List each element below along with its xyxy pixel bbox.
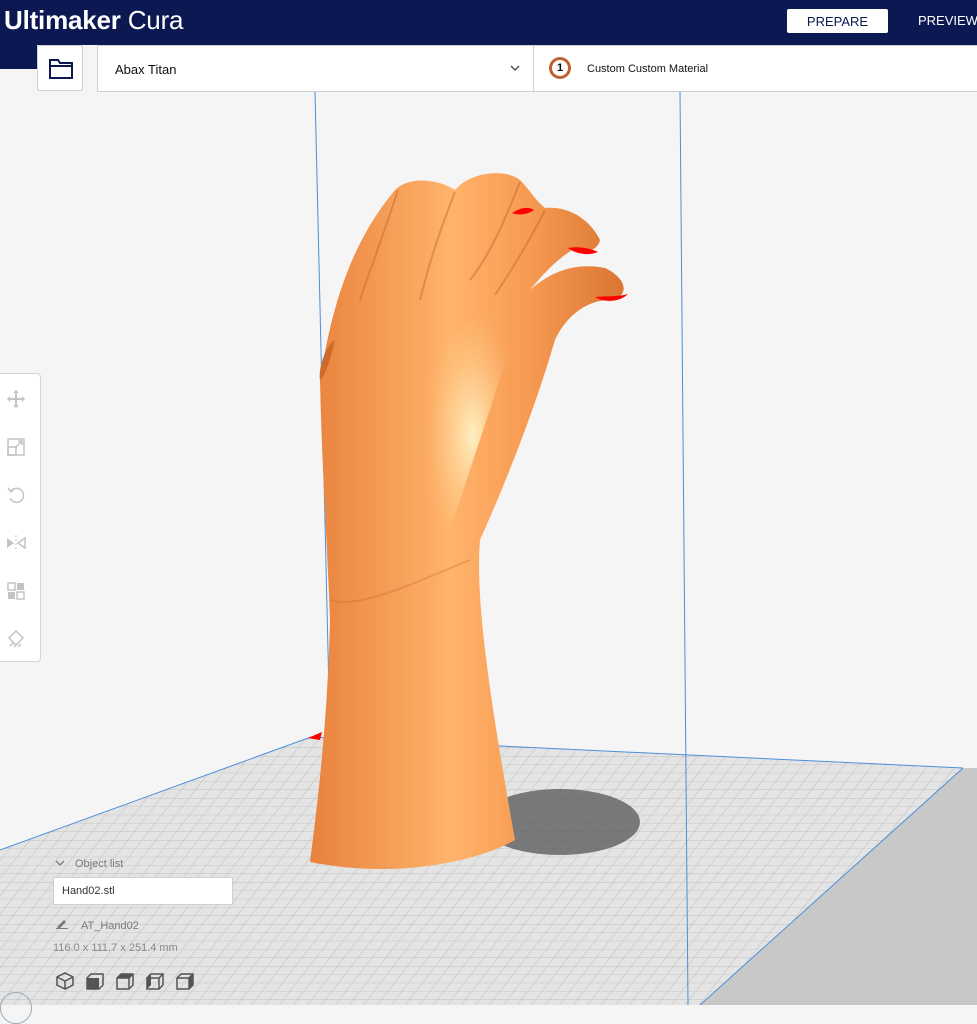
object-list-label: Object list [75, 858, 124, 870]
object-list-toggle[interactable]: Object list [55, 858, 123, 870]
header-strip [0, 45, 37, 69]
front-view-icon [86, 973, 104, 990]
3d-view-icon [56, 972, 74, 990]
scale-icon [7, 438, 25, 456]
support-blocker-icon [7, 629, 25, 648]
tool-panel [0, 373, 41, 662]
open-file-button[interactable] [37, 45, 83, 91]
prepare-stage-button[interactable]: PREPARE [787, 9, 888, 33]
extruder-number: 1 [552, 60, 568, 76]
per-model-settings-tool[interactable] [4, 579, 28, 603]
support-blocker-tool[interactable] [4, 627, 28, 651]
per-model-settings-icon [7, 582, 25, 600]
move-tool[interactable] [4, 387, 28, 411]
material-name: Custom Custom Material [587, 63, 709, 75]
header-bar: Ultimaker Cura PREPARE PREVIEW [0, 0, 977, 69]
printer-name: Abax Titan [115, 62, 177, 77]
left-view-icon [146, 973, 164, 990]
mirror-tool[interactable] [4, 531, 28, 555]
front-view-button[interactable] [85, 971, 105, 991]
app-logo: Ultimaker Cura [4, 4, 183, 36]
chevron-down-icon [55, 858, 65, 870]
extruder-badge: 1 [549, 57, 571, 79]
right-view-button[interactable] [175, 971, 195, 991]
mirror-icon [7, 535, 26, 551]
product-text: Cura [127, 5, 184, 35]
rotate-tool[interactable] [4, 483, 28, 507]
job-name-text: AT_Hand02 [81, 920, 139, 932]
3d-viewport[interactable] [0, 91, 977, 1006]
folder-icon [49, 59, 73, 79]
printer-selector[interactable]: Abax Titan [97, 45, 534, 92]
brand-text: Ultimaker [4, 5, 121, 35]
material-selector[interactable]: 1 Custom Custom Material [533, 45, 977, 92]
rotate-icon [7, 487, 25, 504]
left-view-button[interactable] [145, 971, 165, 991]
application-menu-indicator[interactable] [0, 992, 32, 1024]
preview-stage-button[interactable]: PREVIEW [918, 13, 977, 28]
build-plate-scene [0, 91, 977, 1006]
scale-tool[interactable] [4, 435, 28, 459]
top-view-button[interactable] [115, 971, 135, 991]
move-icon [7, 390, 25, 408]
chevron-down-icon [510, 65, 520, 72]
job-name-field[interactable]: AT_Hand02 [55, 917, 139, 932]
pencil-icon [55, 917, 69, 932]
object-list-item[interactable]: Hand02.stl [53, 877, 233, 905]
right-view-icon [176, 973, 194, 990]
model-dimensions: 116.0 x 111.7 x 251.4 mm [53, 942, 178, 954]
top-view-icon [116, 973, 134, 990]
3d-view-button[interactable] [55, 971, 75, 991]
